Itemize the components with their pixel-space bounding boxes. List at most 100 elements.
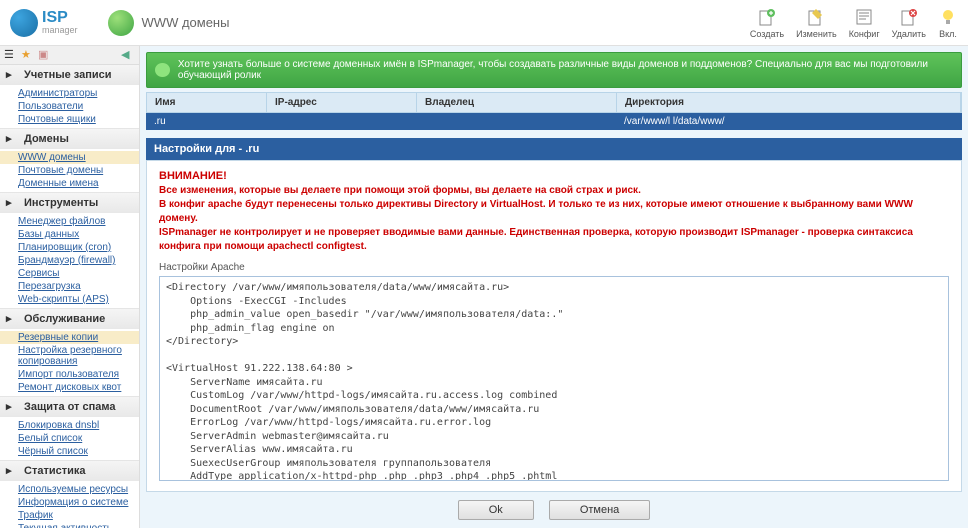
header: ISP manager WWW домены Создать Изменить … (0, 0, 968, 46)
sidebar-item[interactable]: Сервисы (0, 267, 139, 280)
sidebar-item[interactable]: Web-скрипты (APS) (0, 293, 139, 306)
sidebar-item[interactable]: Почтовые домены (0, 164, 139, 177)
cancel-button[interactable]: Отмена (549, 500, 650, 520)
sidebar-link[interactable]: Блокировка dnsbl (18, 420, 99, 431)
sidebar-item[interactable]: Чёрный список (0, 445, 139, 458)
sidebar-section-header[interactable]: ▸Домены (0, 129, 139, 149)
sidebar-link[interactable]: Доменные имена (18, 178, 99, 189)
sidebar-item[interactable]: WWW домены (0, 151, 139, 164)
apache-config-textarea[interactable]: <Directory /var/www/имяпользователя/data… (159, 276, 949, 481)
sidebar-link[interactable]: Настройка резервного копирования (18, 345, 122, 367)
sidebar-item[interactable]: Трафик (0, 509, 139, 522)
sidebar-tabs: ☰ ★ ▣ ◀ (0, 46, 139, 65)
settings-panel: ВНИМАНИЕ! Все изменения, которые вы дела… (146, 160, 962, 492)
sidebar-link[interactable]: Чёрный список (18, 446, 88, 457)
section-icon: ▸ (6, 132, 20, 146)
sidebar-link[interactable]: Базы данных (18, 229, 79, 240)
sidebar-section-header[interactable]: ▸Учетные записи (0, 65, 139, 85)
edit-button[interactable]: Изменить (796, 7, 837, 39)
sidebar-item[interactable]: Ремонт дисковых квот (0, 381, 139, 394)
enable-button[interactable]: Вкл. (938, 7, 958, 39)
page-title: WWW домены (142, 15, 230, 30)
sidebar-item[interactable]: Используемые ресурсы (0, 483, 139, 496)
create-button[interactable]: Создать (750, 7, 784, 39)
config-button[interactable]: Конфиг (849, 7, 880, 39)
section-icon: ▸ (6, 464, 20, 478)
sidebar-item[interactable]: Менеджер файлов (0, 215, 139, 228)
sidebar-item[interactable]: Пользователи (0, 100, 139, 113)
sidebar-link[interactable]: Перезагрузка (18, 281, 81, 292)
collapse-icon[interactable]: ◀ (121, 48, 135, 62)
logo: ISP manager (10, 9, 78, 37)
sidebar-section-header[interactable]: ▸Обслуживание (0, 309, 139, 329)
sidebar-item[interactable]: Белый список (0, 432, 139, 445)
sidebar-section-header[interactable]: ▸Статистика (0, 461, 139, 481)
sidebar-link[interactable]: Импорт пользователя (18, 369, 119, 380)
logo-icon (10, 9, 38, 37)
lines-document-icon (854, 7, 874, 27)
sidebar-link[interactable]: Администраторы (18, 88, 97, 99)
globe-icon (108, 10, 134, 36)
bulb-icon (938, 7, 958, 27)
logo-text-1: ISP (42, 10, 78, 26)
table-header: Имя IP-адрес Владелец Директория (146, 92, 962, 113)
warning-block: ВНИМАНИЕ! Все изменения, которые вы дела… (159, 169, 949, 254)
sidebar-link[interactable]: Резервные копии (18, 332, 98, 343)
speech-bubble-icon (155, 63, 170, 77)
sidebar-link[interactable]: Пользователи (18, 101, 83, 112)
delete-button[interactable]: Удалить (892, 7, 926, 39)
sidebar-link[interactable]: Текущая активность (18, 523, 112, 528)
sidebar-item[interactable]: Информация о системе (0, 496, 139, 509)
sidebar-item[interactable]: Блокировка dnsbl (0, 419, 139, 432)
window-icon[interactable]: ▣ (38, 48, 52, 62)
sidebar-link[interactable]: Планировщик (cron) (18, 242, 111, 253)
banner-text: Хотите узнать больше о системе доменных … (178, 59, 953, 81)
star-icon[interactable]: ★ (21, 48, 35, 62)
sidebar-link[interactable]: Менеджер файлов (18, 216, 106, 227)
plus-document-icon (757, 7, 777, 27)
logo-text-2: manager (42, 26, 78, 35)
sidebar-link[interactable]: Информация о системе (18, 497, 128, 508)
col-ip[interactable]: IP-адрес (267, 93, 417, 112)
config-caption: Настройки Apache (159, 262, 949, 273)
sidebar-section: ▸Статистика Используемые ресурсы Информаци… (0, 461, 139, 528)
sidebar-link[interactable]: Белый список (18, 433, 82, 444)
sidebar-item[interactable]: Текущая активность (0, 522, 139, 528)
sidebar-link[interactable]: Трафик (18, 510, 53, 521)
toolbar: Создать Изменить Конфиг Удалить Вкл. (750, 7, 958, 39)
sidebar-section-header[interactable]: ▸Инструменты (0, 193, 139, 213)
sidebar-item[interactable]: Импорт пользователя (0, 368, 139, 381)
info-banner[interactable]: Хотите узнать больше о системе доменных … (146, 52, 962, 88)
table-row[interactable]: .ru /var/www/l l/data/www/ (146, 113, 962, 130)
sidebar-link[interactable]: Почтовые ящики (18, 114, 96, 125)
sidebar-link[interactable]: Ремонт дисковых квот (18, 382, 121, 393)
sidebar: ☰ ★ ▣ ◀ ▸Учетные записи Администраторы Пол… (0, 46, 140, 528)
button-bar: Ok Отмена (146, 492, 962, 522)
sidebar-link[interactable]: Почтовые домены (18, 165, 103, 176)
sidebar-link[interactable]: Брандмауэр (firewall) (18, 255, 115, 266)
sidebar-link[interactable]: WWW домены (18, 152, 86, 163)
menu-icon[interactable]: ☰ (4, 48, 18, 62)
section-icon: ▸ (6, 312, 20, 326)
sidebar-item[interactable]: Брандмауэр (firewall) (0, 254, 139, 267)
sidebar-item[interactable]: Администраторы (0, 87, 139, 100)
col-dir[interactable]: Директория (617, 93, 961, 112)
sidebar-item[interactable]: Доменные имена (0, 177, 139, 190)
sidebar-section: ▸Защита от спама Блокировка dnsbl Белый сп… (0, 397, 139, 461)
content: Хотите узнать больше о системе доменных … (140, 46, 968, 528)
ok-button[interactable]: Ok (458, 500, 534, 520)
sidebar-item[interactable]: Настройка резервного копирования (0, 344, 139, 368)
col-owner[interactable]: Владелец (417, 93, 617, 112)
sidebar-item[interactable]: Резервные копии (0, 331, 139, 344)
sidebar-link[interactable]: Web-скрипты (APS) (18, 294, 109, 305)
sidebar-item[interactable]: Перезагрузка (0, 280, 139, 293)
sidebar-section: ▸Учетные записи Администраторы Пользовател… (0, 65, 139, 129)
settings-subheader: Настройки для - .ru (146, 138, 962, 160)
col-name[interactable]: Имя (147, 93, 267, 112)
sidebar-item[interactable]: Базы данных (0, 228, 139, 241)
sidebar-item[interactable]: Почтовые ящики (0, 113, 139, 126)
sidebar-link[interactable]: Используемые ресурсы (18, 484, 128, 495)
sidebar-section-header[interactable]: ▸Защита от спама (0, 397, 139, 417)
sidebar-link[interactable]: Сервисы (18, 268, 59, 279)
sidebar-item[interactable]: Планировщик (cron) (0, 241, 139, 254)
